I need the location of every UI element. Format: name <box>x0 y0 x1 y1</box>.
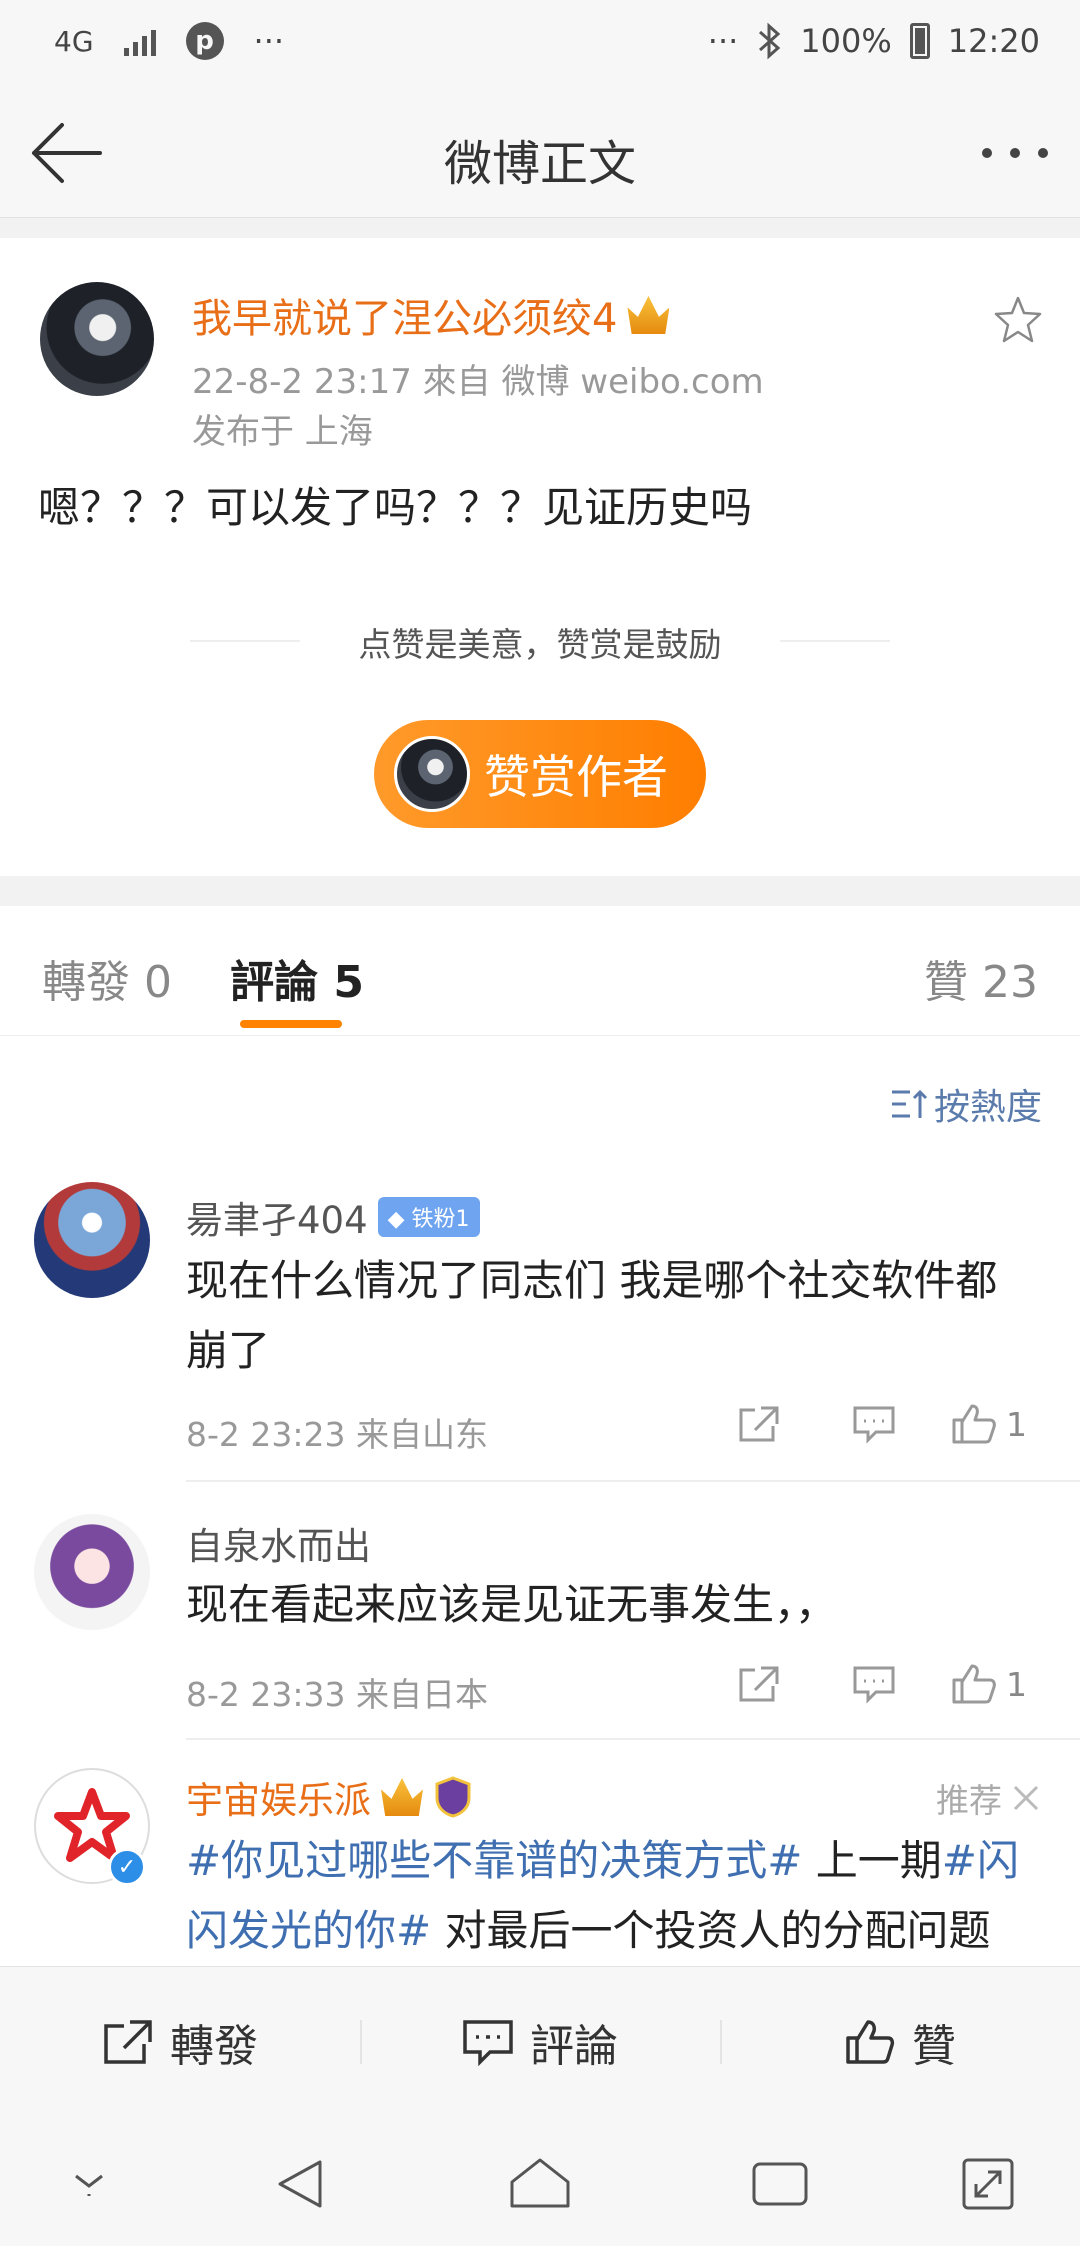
bluetooth-icon <box>759 22 781 60</box>
comment-icon <box>853 1666 894 1704</box>
reply-comment-button[interactable] <box>816 1664 931 1704</box>
like-count: 1 <box>1006 1664 1027 1704</box>
signal-icon <box>123 26 156 56</box>
share-icon <box>104 2019 152 2064</box>
comment-meta: 8-2 23:33 来自日本 <box>186 1675 488 1714</box>
recents-nav-icon[interactable] <box>750 2156 810 2212</box>
shield-badge-icon <box>435 1776 471 1818</box>
promoted-item: ✓ 宇宙娱乐派 推荐 #你见过哪些不靠谱的决策方式# 上一期#闪闪发光的你# 对… <box>0 1766 1080 1966</box>
thumbs-up-icon <box>952 1404 996 1444</box>
promoted-name-row: 宇宙娱乐派 <box>186 1770 473 1824</box>
member-crown-icon <box>381 1778 423 1816</box>
verified-badge-icon: ✓ <box>108 1848 146 1886</box>
reward-author-button[interactable]: 赞赏作者 <box>374 720 706 828</box>
reward-avatar <box>394 736 470 812</box>
commenter-name[interactable]: 昜聿孑404 <box>186 1190 368 1244</box>
comment-text: 现在什么情况了同志们 我是哪个社交软件都崩了 <box>186 1256 998 1375</box>
fullscreen-icon[interactable] <box>960 2156 1016 2212</box>
favorite-star-icon[interactable] <box>992 294 1044 346</box>
post-time-source: 22-8-2 23:17 來自 微博 weibo.com <box>192 362 764 402</box>
comment-divider <box>186 1738 1080 1740</box>
section-divider <box>0 218 1080 238</box>
comment-button[interactable]: 評論 <box>360 2010 720 2074</box>
recommend-tag[interactable]: 推荐 <box>936 1774 1040 1822</box>
comment-label: 評論 <box>530 2020 618 2072</box>
reward-button-label: 赞赏作者 <box>484 750 668 804</box>
reward-hint: 点赞是美意，赞赏是鼓励 <box>190 618 890 666</box>
author-avatar[interactable] <box>40 282 154 396</box>
more-notifications: ··· <box>253 22 285 60</box>
status-bar: 4G p ··· ··· 100% 12:20 <box>0 0 1080 88</box>
thumbs-up-icon <box>846 2019 895 2064</box>
sort-label: 按熱度 <box>933 1087 1042 1128</box>
more-status: ··· <box>707 22 739 60</box>
like-comment-button[interactable]: 1 <box>931 1662 1046 1706</box>
like-comment-button[interactable]: 1 <box>931 1402 1046 1446</box>
tab-likes[interactable]: 贊 23 <box>924 946 1038 1010</box>
top-nav-bar: 微博正文 <box>0 88 1080 218</box>
bottom-action-bar: 轉發 評論 贊 <box>0 1966 1080 2116</box>
commenter-name-row: 自泉水而出 <box>186 1516 371 1570</box>
like-button[interactable]: 贊 <box>720 2010 1080 2074</box>
pinterest-icon: p <box>185 22 224 60</box>
section-divider <box>0 876 1080 906</box>
repost-comment-button[interactable] <box>701 1404 816 1444</box>
page-title: 微博正文 <box>443 136 636 192</box>
like-count: 1 <box>1006 1404 1027 1444</box>
back-nav-icon[interactable] <box>274 2156 330 2212</box>
post-content: 嗯？？？可以发了吗？？？见证历史吗 <box>38 483 753 532</box>
member-crown-icon <box>627 296 670 334</box>
comment-divider <box>186 1480 1080 1482</box>
sort-icon <box>891 1089 928 1118</box>
comment-meta: 8-2 23:23 来自山东 <box>186 1415 488 1454</box>
share-icon <box>739 1666 778 1702</box>
commenter-name[interactable]: 自泉水而出 <box>186 1516 371 1570</box>
promoted-text-part: 上一期 <box>802 1836 942 1885</box>
clock: 12:20 <box>947 22 1040 60</box>
promoted-text: #你见过哪些不靠谱的决策方式# 上一期#闪闪发光的你# 对最后一个投资人的分配问… <box>186 1826 1030 1966</box>
collapse-down-icon[interactable] <box>64 2156 114 2206</box>
post-location: 发布于 上海 <box>192 412 373 452</box>
post-tabs: 轉發 0 評論 5 贊 23 <box>0 906 1080 1036</box>
sort-by-hot-button[interactable]: 按熱度 <box>890 1078 1042 1130</box>
comment-text: 现在看起来应该是见证无事发生，， <box>186 1580 838 1629</box>
weibo-post: 我早就说了涅公必须绞4 22-8-2 23:17 來自 微博 weibo.com… <box>0 238 1080 876</box>
active-tab-indicator <box>240 1020 342 1028</box>
repost-button[interactable]: 轉發 <box>0 2010 360 2074</box>
author-name-row[interactable]: 我早就说了涅公必须绞4 <box>192 286 670 344</box>
hashtag-link[interactable]: #你见过哪些不靠谱的决策方式# <box>186 1836 802 1885</box>
comment-actions: 1 <box>701 1402 1046 1446</box>
more-options-icon[interactable] <box>982 148 1048 158</box>
battery-percent: 100% <box>800 22 892 60</box>
close-icon[interactable] <box>1012 1784 1040 1812</box>
reply-comment-button[interactable] <box>816 1404 931 1444</box>
recommend-label: 推荐 <box>936 1781 1002 1820</box>
comment-actions: 1 <box>701 1662 1046 1706</box>
author-name[interactable]: 我早就说了涅公必须绞4 <box>192 286 617 344</box>
promoted-name[interactable]: 宇宙娱乐派 <box>186 1770 371 1824</box>
thumbs-up-icon <box>952 1664 996 1704</box>
repost-label: 轉發 <box>170 2020 258 2072</box>
commenter-name-row: 昜聿孑404 ◆ 铁粉1 <box>186 1190 480 1244</box>
comment-icon <box>853 1406 894 1444</box>
commenter-avatar[interactable] <box>34 1514 150 1630</box>
like-label: 贊 <box>912 2020 956 2072</box>
battery-icon <box>909 23 930 59</box>
tab-reposts[interactable]: 轉發 0 <box>42 946 172 1010</box>
commenter-avatar[interactable] <box>34 1182 150 1298</box>
network-indicator: 4G <box>54 24 94 58</box>
share-icon <box>739 1406 778 1442</box>
comment-icon <box>463 2019 513 2066</box>
tab-comments[interactable]: 評論 5 <box>230 946 364 1010</box>
fan-badge: ◆ 铁粉1 <box>377 1197 480 1237</box>
home-nav-icon[interactable] <box>508 2156 572 2212</box>
system-nav-bar <box>0 2116 1080 2246</box>
repost-comment-button[interactable] <box>701 1664 816 1704</box>
